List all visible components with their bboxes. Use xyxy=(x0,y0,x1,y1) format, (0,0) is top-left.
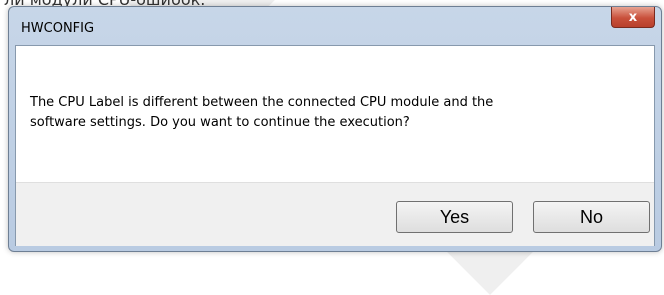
dialog-button-bar: Yes No xyxy=(16,182,654,246)
message-line-1: The CPU Label is different between the c… xyxy=(30,95,494,110)
message-area: The CPU Label is different between the c… xyxy=(16,46,654,182)
dialog-title: HWCONFIG xyxy=(21,21,95,36)
no-button[interactable]: No xyxy=(533,201,650,233)
message-line-2: software settings. Do you want to contin… xyxy=(30,115,410,130)
dialog-client-area: The CPU Label is different between the c… xyxy=(15,45,655,246)
close-button[interactable]: x xyxy=(611,7,655,28)
yes-button[interactable]: Yes xyxy=(396,201,513,233)
dialog-message: The CPU Label is different between the c… xyxy=(30,93,630,133)
close-icon: x xyxy=(628,9,638,25)
message-dialog: HWCONFIG x The CPU Label is different be… xyxy=(8,6,662,252)
dialog-titlebar[interactable]: HWCONFIG x xyxy=(9,7,661,47)
